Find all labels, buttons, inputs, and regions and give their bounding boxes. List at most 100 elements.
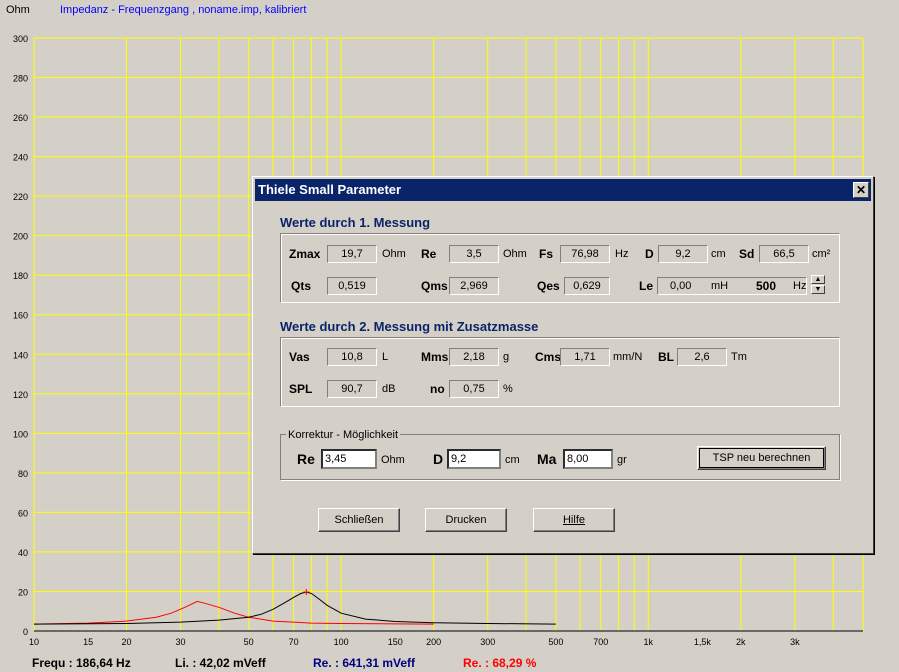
korrektur-re-unit: Ohm	[381, 454, 405, 466]
x-tick-label: 10	[29, 637, 39, 647]
x-tick-label: 100	[334, 637, 349, 647]
no-label: no	[430, 382, 445, 396]
le-unit: mH	[711, 280, 729, 292]
vas-unit: L	[382, 351, 389, 363]
korrektur-ma-input[interactable]: 8,00	[563, 449, 613, 469]
y-tick-label: 180	[13, 271, 28, 281]
x-tick-label: 200	[426, 637, 441, 647]
close-icon[interactable]: ✕	[853, 182, 869, 198]
le-frequency-up-button[interactable]: ▲	[811, 275, 825, 284]
y-tick-label: 240	[13, 153, 28, 163]
x-tick-label: 500	[548, 637, 563, 647]
bl-value: 2,6	[677, 348, 727, 366]
help-button[interactable]: Hilfe	[533, 508, 615, 532]
le-frequency-down-button[interactable]: ▼	[811, 285, 825, 294]
sd-label: Sd	[739, 247, 755, 261]
status-re-percent: Re. : 68,29 %	[463, 656, 537, 670]
korrektur-ma-label: Ma	[537, 451, 557, 467]
zmax-value: 19,7	[327, 245, 377, 263]
qts-label: Qts	[291, 279, 312, 293]
mms-value: 2,18	[449, 348, 499, 366]
x-tick-label: 150	[388, 637, 403, 647]
fs-value: 76,98	[560, 245, 610, 263]
status-li: Li. : 42,02 mVeff	[175, 656, 266, 670]
x-tick-label: 3k	[790, 637, 800, 647]
y-tick-label: 20	[18, 587, 28, 597]
cms-value: 1,71	[560, 348, 610, 366]
d-value: 9,2	[658, 245, 708, 263]
le-label: Le	[639, 279, 654, 293]
qms-label: Qms	[421, 279, 448, 293]
x-tick-label: 1k	[644, 637, 654, 647]
sd-value: 66,5	[759, 245, 809, 263]
dialog-title: Thiele Small Parameter	[258, 182, 402, 197]
cms-unit: mm/N	[613, 351, 643, 363]
y-tick-label: 260	[13, 113, 28, 123]
cms-label: Cms	[535, 350, 562, 364]
y-tick-label: 120	[13, 390, 28, 400]
x-tick-label: 70	[289, 637, 299, 647]
chart-title: Impedanz - Frequenzgang , noname.imp, ka…	[60, 4, 306, 16]
korrektur-d-input[interactable]: 9,2	[447, 449, 501, 469]
dialog-titlebar[interactable]: Thiele Small Parameter ✕	[255, 179, 871, 201]
x-tick-label: 20	[121, 637, 131, 647]
no-value: 0,75	[449, 380, 499, 398]
mms-label: Mms	[421, 350, 449, 364]
spl-unit: dB	[382, 383, 396, 395]
qms-value: 2,969	[449, 277, 499, 295]
le-value: 0,00	[657, 277, 807, 295]
status-frequency: Frequ : 186,64 Hz	[32, 656, 131, 670]
tsp-dialog: Thiele Small Parameter ✕ Werte durch 1. …	[252, 176, 874, 554]
zmax-label: Zmax	[289, 247, 321, 261]
x-tick-label: 300	[480, 637, 495, 647]
print-button[interactable]: Drucken	[425, 508, 507, 532]
y-tick-label: 140	[13, 350, 28, 360]
x-tick-label: 700	[593, 637, 608, 647]
korrektur-re-label: Re	[297, 451, 315, 467]
x-tick-label: 15	[83, 637, 93, 647]
mms-unit: g	[503, 351, 510, 363]
spl-value: 90,7	[327, 380, 377, 398]
spl-label: SPL	[289, 382, 313, 396]
y-tick-label: 100	[13, 429, 28, 439]
d-unit: cm	[711, 248, 726, 260]
re-label: Re	[421, 247, 437, 261]
y-tick-label: 160	[13, 311, 28, 321]
y-tick-label: 60	[18, 508, 28, 518]
korrektur-re-input[interactable]: 3,45	[321, 449, 377, 469]
le-frequency-unit: Hz	[793, 280, 807, 292]
section-measurement-2: Werte durch 2. Messung mit Zusatzmasse	[280, 319, 539, 334]
y-tick-label: 200	[13, 232, 28, 242]
korrektur-d-unit: cm	[505, 454, 520, 466]
no-unit: %	[503, 383, 513, 395]
d-label: D	[645, 247, 654, 261]
le-frequency: 500	[756, 279, 777, 293]
x-tick-label: 2k	[736, 637, 746, 647]
fs-label: Fs	[539, 247, 554, 261]
re-unit: Ohm	[503, 248, 527, 260]
y-tick-label: 0	[23, 627, 28, 637]
y-tick-label: 40	[18, 548, 28, 558]
bl-label: BL	[658, 350, 674, 364]
korrektur-ma-unit: gr	[617, 454, 627, 466]
chart-ylabel: Ohm	[6, 4, 30, 16]
fs-unit: Hz	[615, 248, 629, 260]
qes-value: 0,629	[564, 277, 610, 295]
sd-unit: cm²	[812, 248, 831, 260]
x-tick-label: 30	[176, 637, 186, 647]
vas-value: 10,8	[327, 348, 377, 366]
qes-label: Qes	[537, 279, 560, 293]
korrektur-title: Korrektur - Möglichkeit	[286, 429, 401, 441]
y-tick-label: 280	[13, 74, 28, 84]
close-button[interactable]: Schließen	[318, 508, 400, 532]
y-tick-label: 220	[13, 192, 28, 202]
tsp-recalculate-button[interactable]: TSP neu berechnen	[697, 446, 826, 470]
x-tick-label: 1,5k	[694, 637, 712, 647]
bl-unit: Tm	[731, 351, 747, 363]
x-tick-label: 50	[244, 637, 254, 647]
korrektur-d-label: D	[433, 451, 444, 467]
zmax-unit: Ohm	[382, 248, 406, 260]
qts-value: 0,519	[327, 277, 377, 295]
status-re-mveff: Re. : 641,31 mVeff	[313, 656, 416, 670]
y-tick-label: 300	[13, 34, 28, 44]
